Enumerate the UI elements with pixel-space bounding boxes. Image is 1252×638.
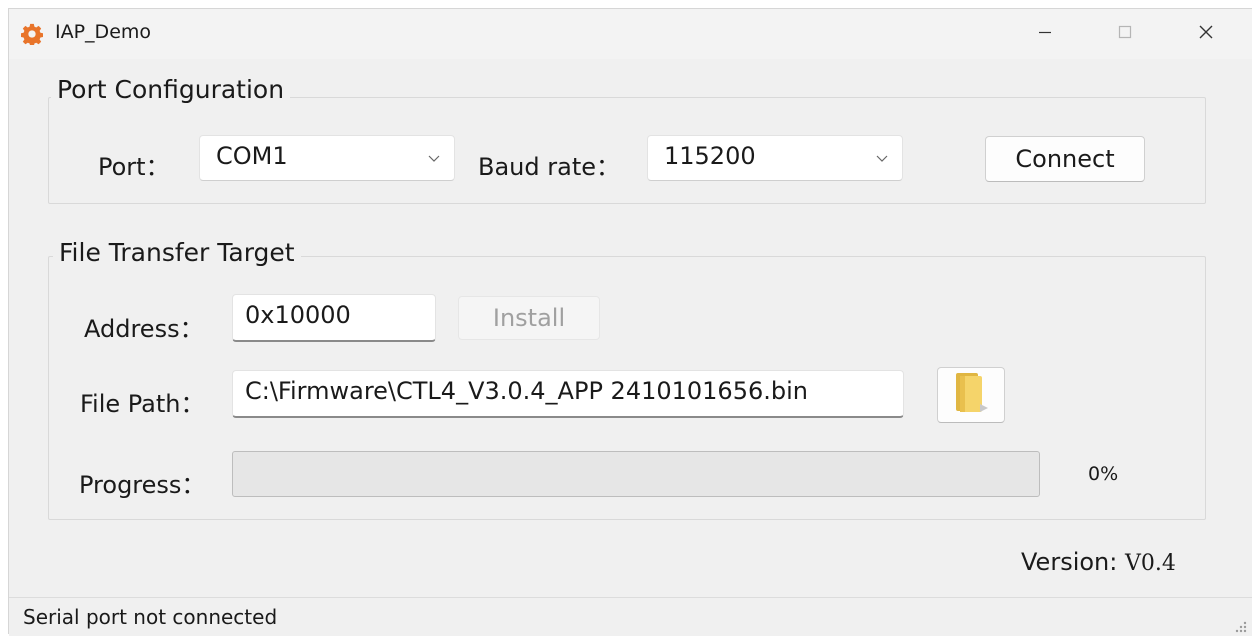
port-select-value: COM1 (216, 142, 288, 170)
baud-rate-select[interactable]: 115200 (647, 135, 903, 181)
chevron-down-icon (874, 150, 890, 166)
browse-button[interactable] (937, 367, 1005, 423)
address-label: Address： (84, 315, 204, 343)
file-path-input[interactable]: C:\Firmware\CTL4_V3.0.4_APP 2410101656.b… (232, 370, 904, 418)
close-icon (1197, 23, 1215, 45)
minimize-button[interactable] (1020, 9, 1070, 59)
status-text: Serial port not connected (23, 605, 278, 629)
folder-icon (952, 370, 990, 420)
version-label: Version: (1021, 548, 1118, 576)
app-window: IAP_Demo Port Configuration Port： COM1 B… (8, 8, 1252, 636)
file-path-input-value: C:\Firmware\CTL4_V3.0.4_APP 2410101656.b… (245, 377, 808, 405)
status-bar: Serial port not connected (9, 597, 1252, 636)
resize-grip-icon[interactable] (1230, 616, 1248, 634)
port-select[interactable]: COM1 (199, 135, 455, 181)
address-input-value: 0x10000 (245, 301, 351, 329)
chevron-down-icon (426, 150, 442, 166)
maximize-button[interactable] (1100, 9, 1150, 59)
file-transfer-title: File Transfer Target (53, 238, 301, 267)
address-input[interactable]: 0x10000 (232, 294, 436, 342)
install-button[interactable]: Install (458, 296, 600, 340)
progress-label: Progress： (79, 471, 206, 499)
baud-rate-select-value: 115200 (664, 142, 756, 170)
port-label: Port： (98, 153, 170, 181)
baud-rate-label: Baud rate： (478, 153, 620, 181)
close-button[interactable] (1181, 9, 1231, 59)
maximize-icon (1116, 23, 1134, 45)
version-info: Version: V0.4 (1021, 548, 1176, 576)
window-title: IAP_Demo (55, 21, 152, 43)
minimize-icon (1036, 23, 1054, 45)
progress-bar (232, 451, 1040, 497)
port-configuration-title: Port Configuration (51, 75, 291, 104)
connect-button[interactable]: Connect (985, 136, 1145, 182)
progress-percent: 0% (1088, 463, 1119, 485)
version-value: V0.4 (1124, 551, 1176, 576)
gear-icon (20, 23, 44, 47)
title-bar[interactable]: IAP_Demo (9, 9, 1252, 59)
file-path-label: File Path： (80, 390, 205, 418)
